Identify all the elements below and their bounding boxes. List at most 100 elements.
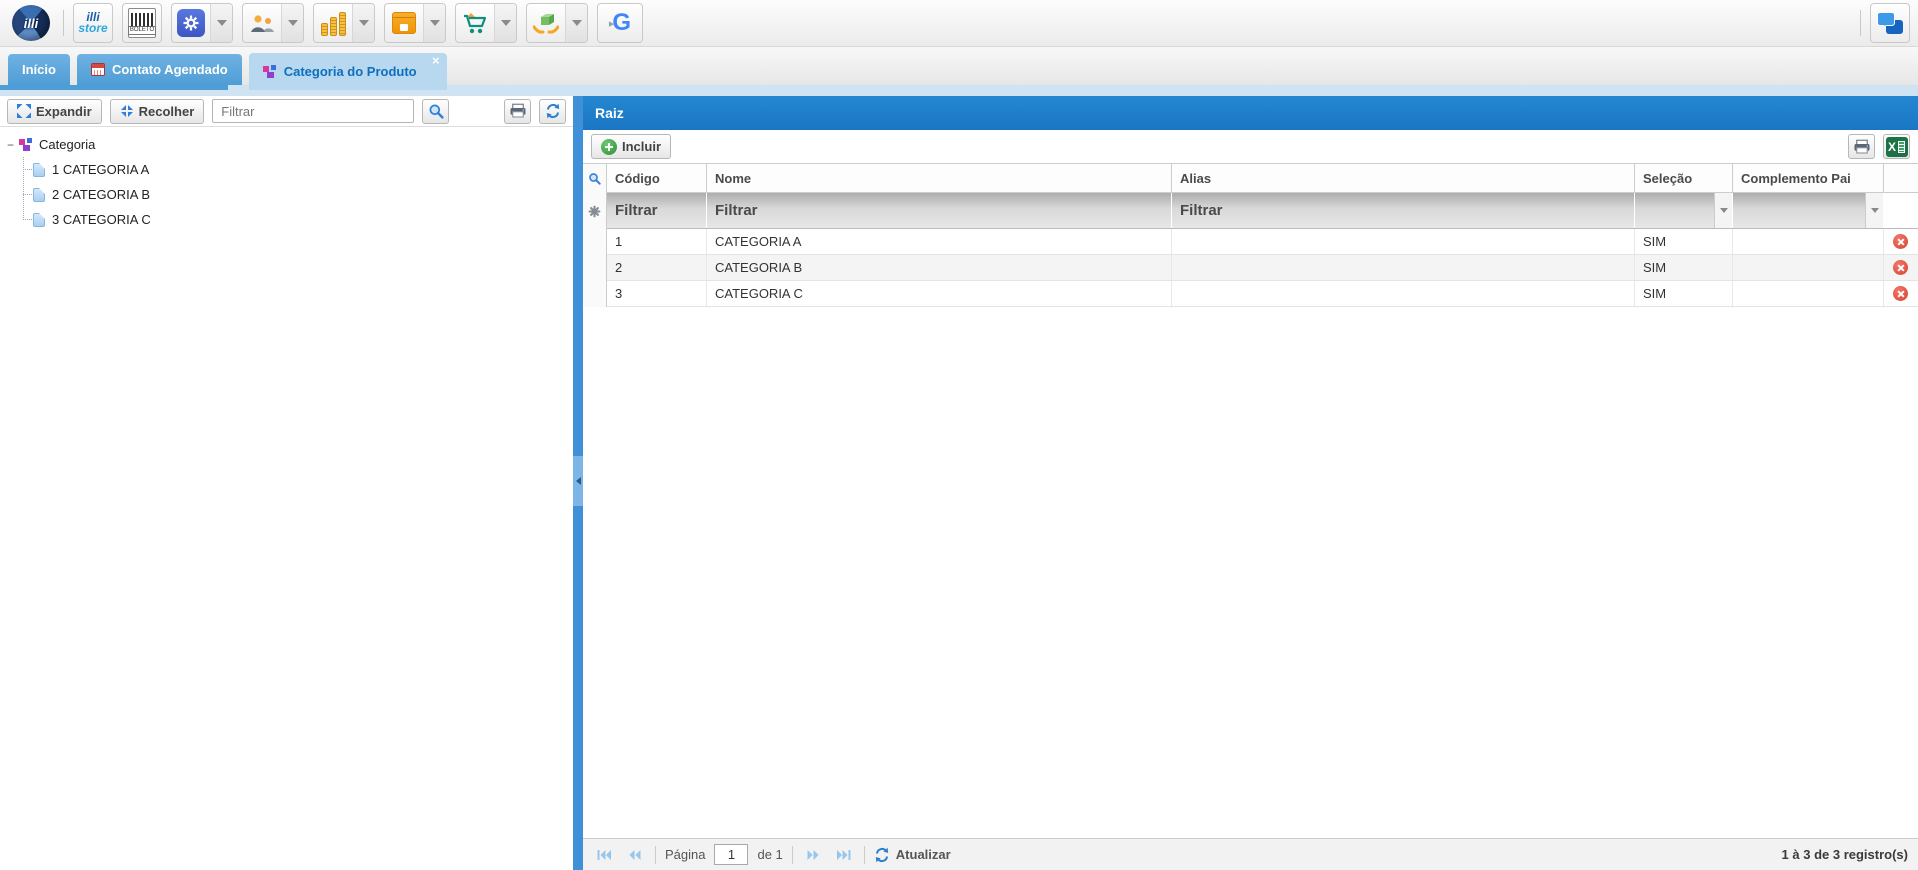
cell-selecao: SIM <box>1635 281 1733 306</box>
refresh-icon <box>545 103 561 119</box>
excel-icon: X <box>1886 137 1908 157</box>
tab-inicio-label: Início <box>22 62 56 77</box>
tree-root-categoria[interactable]: − Categoria <box>0 132 573 157</box>
collapse-button[interactable]: Recolher <box>110 99 205 124</box>
grid-filter-settings-icon[interactable] <box>588 193 601 229</box>
cell-alias <box>1172 281 1635 306</box>
filter-codigo[interactable]: Filtrar <box>607 193 707 228</box>
tab-categoria-do-produto[interactable]: Categoria do Produto × <box>249 53 447 90</box>
grid-row-2[interactable]: 2 CATEGORIA B SIM <box>607 255 1918 281</box>
boleto-button[interactable]: BOLETO <box>122 3 162 43</box>
tree-item-label: 3 CATEGORIA C <box>52 212 151 227</box>
column-header-alias[interactable]: Alias <box>1172 164 1635 192</box>
filter-alias[interactable]: Filtrar <box>1172 193 1635 228</box>
grid-row-1[interactable]: 1 CATEGORIA A SIM <box>607 229 1918 255</box>
pager-separator <box>792 846 793 864</box>
tree-item-categoria-b[interactable]: 2 CATEGORIA B <box>0 182 573 207</box>
expand-button[interactable]: Expandir <box>7 99 102 124</box>
products-menu-button[interactable] <box>384 3 446 43</box>
collapse-icon <box>120 104 134 118</box>
filter-complemento-dropdown[interactable] <box>1865 193 1883 228</box>
sync-letter: G <box>612 11 631 35</box>
supply-menu-button[interactable] <box>526 3 588 43</box>
products-dropdown-caret[interactable] <box>423 4 445 42</box>
cell-alias <box>1172 255 1635 280</box>
collapse-label: Recolher <box>139 104 195 119</box>
toolbar-divider-right <box>1860 10 1861 36</box>
panel-title: Raiz <box>595 105 624 121</box>
grid-search-icon[interactable] <box>588 164 601 193</box>
tab-contato-agendado[interactable]: Contato Agendado <box>77 54 242 85</box>
tree-search-button[interactable] <box>422 99 449 124</box>
column-header-codigo[interactable]: Código <box>607 164 707 192</box>
finance-menu-button[interactable] <box>313 3 375 43</box>
delete-row-icon[interactable] <box>1893 234 1908 249</box>
cell-complemento-pai <box>1733 229 1884 254</box>
tree-expander-icon[interactable]: − <box>4 138 17 152</box>
people-menu-button[interactable] <box>242 3 304 43</box>
last-page-button[interactable] <box>833 844 855 866</box>
splitter-handle[interactable] <box>573 456 583 506</box>
previous-page-button[interactable] <box>624 844 646 866</box>
hands-box-icon <box>527 4 565 42</box>
cell-selecao: SIM <box>1635 255 1733 280</box>
chat-button[interactable] <box>1870 3 1910 43</box>
next-page-button[interactable] <box>802 844 824 866</box>
tree-refresh-button[interactable] <box>539 99 566 124</box>
supply-dropdown-caret[interactable] <box>565 4 587 42</box>
tree-filter-input[interactable] <box>212 99 414 123</box>
category-tree-panel: Expandir Recolher <box>0 96 573 870</box>
incluir-button[interactable]: Incluir <box>591 134 671 159</box>
tree-item-label: 1 CATEGORIA A <box>52 162 149 177</box>
content-area: Expandir Recolher <box>0 90 1918 870</box>
grid-row-3[interactable]: 3 CATEGORIA C SIM <box>607 281 1918 307</box>
tree-toolbar: Expandir Recolher <box>0 96 573 127</box>
sales-menu-button[interactable] <box>455 3 517 43</box>
search-icon <box>428 103 444 119</box>
incluir-label: Incluir <box>622 139 661 154</box>
finance-dropdown-caret[interactable] <box>352 4 374 42</box>
cell-complemento-pai <box>1733 255 1884 280</box>
panel-splitter[interactable] <box>573 96 583 870</box>
app-logo: illi <box>8 5 54 41</box>
tree-item-categoria-c[interactable]: 3 CATEGORIA C <box>0 207 573 232</box>
column-header-selecao[interactable]: Seleção <box>1635 164 1733 192</box>
column-header-nome[interactable]: Nome <box>707 164 1172 192</box>
sales-dropdown-caret[interactable] <box>494 4 516 42</box>
records-summary: 1 à 3 de 3 registro(s) <box>1782 847 1908 862</box>
tab-categoria-do-produto-label: Categoria do Produto <box>284 64 417 79</box>
people-dropdown-caret[interactable] <box>281 4 303 42</box>
tree-print-button[interactable] <box>504 99 531 124</box>
grid-filter-row: Filtrar Filtrar Filtrar <box>607 193 1918 229</box>
delete-row-icon[interactable] <box>1893 260 1908 275</box>
tab-inicio[interactable]: Início <box>8 54 70 85</box>
calendar-icon <box>91 63 105 76</box>
coins-icon <box>314 4 352 42</box>
illi-store-icon: illistore <box>74 4 112 42</box>
export-excel-button[interactable]: X <box>1883 134 1910 159</box>
grid-print-button[interactable] <box>1848 134 1875 159</box>
refresh-grid-button[interactable]: Atualizar <box>874 847 951 863</box>
grid-gutter <box>583 164 607 307</box>
sync-button[interactable]: ▸G <box>597 3 643 43</box>
filter-selecao[interactable] <box>1635 193 1733 228</box>
illi-store-button[interactable]: illistore <box>73 3 113 43</box>
page-label: Página <box>665 847 705 862</box>
printer-icon <box>1853 138 1871 156</box>
tree-item-categoria-a[interactable]: 1 CATEGORIA A <box>0 157 573 182</box>
filter-selecao-dropdown[interactable] <box>1714 193 1732 228</box>
tab-contato-agendado-label: Contato Agendado <box>112 62 228 77</box>
column-header-complemento-pai[interactable]: Complemento Pai <box>1733 164 1884 192</box>
filter-nome[interactable]: Filtrar <box>707 193 1172 228</box>
first-page-button[interactable] <box>593 844 615 866</box>
page-number-input[interactable] <box>714 844 748 865</box>
settings-dropdown-caret[interactable] <box>210 4 232 42</box>
delete-row-icon[interactable] <box>1893 286 1908 301</box>
logo-text: illi <box>24 16 38 31</box>
tab-close-icon[interactable]: × <box>432 54 440 67</box>
sync-g-icon: ▸G <box>598 4 642 42</box>
pager-separator <box>864 846 865 864</box>
grid-header-row: Código Nome Alias Seleção Complemento Pa… <box>607 164 1918 193</box>
filter-complemento-pai[interactable] <box>1733 193 1884 228</box>
settings-menu-button[interactable] <box>171 3 233 43</box>
